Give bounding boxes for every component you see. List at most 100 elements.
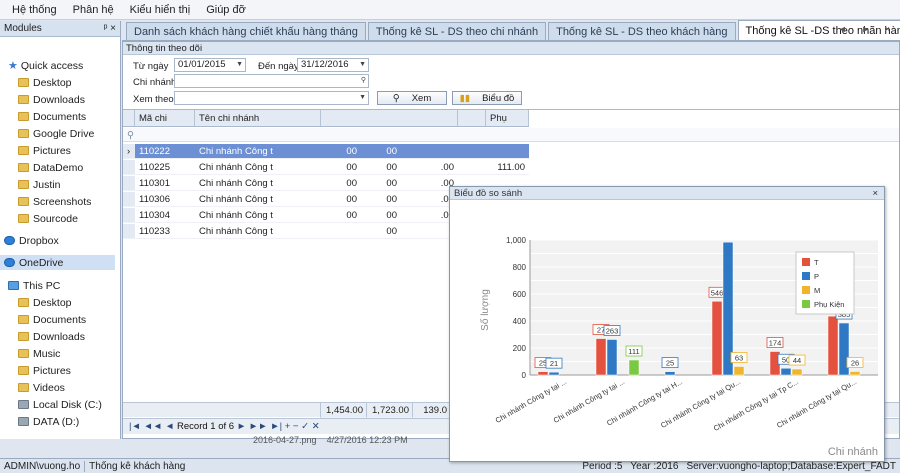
menu-view[interactable]: Kiểu hiển thị (122, 4, 199, 16)
tree-item[interactable]: Sourcode (18, 211, 78, 226)
tree-item[interactable]: Pictures (18, 363, 71, 378)
chevron-down-icon: ▼ (359, 61, 366, 68)
tree-item[interactable]: Desktop (18, 295, 72, 310)
modules-title: Modules (4, 23, 42, 34)
view-by-label: Xem theo (133, 94, 174, 105)
table-cell: Chi nhánh Công t (195, 192, 321, 207)
from-date-input[interactable]: 01/01/2015 ▼ (174, 58, 246, 72)
tree-item[interactable]: Dropbox (4, 233, 59, 248)
column-header-blank[interactable] (458, 110, 486, 127)
table-row[interactable]: › 110222 Chi nhánh Công t 00 00 (123, 144, 899, 160)
tree-item[interactable]: Videos (18, 380, 65, 395)
menu-modules[interactable]: Phân hệ (65, 4, 122, 16)
table-cell: 110225 (135, 160, 195, 175)
tree-item-label: Google Drive (33, 127, 95, 140)
tree-item[interactable]: Local Disk (C:) (18, 397, 102, 412)
column-header-code[interactable]: Mã chi nhánh (135, 110, 195, 141)
branch-select[interactable]: ⚲ (174, 74, 369, 88)
modules-header: Modules ᵖ × (0, 21, 120, 37)
folder-icon (18, 332, 29, 341)
tree-item[interactable]: Documents (18, 312, 86, 327)
tree-item[interactable]: OneDrive (0, 255, 115, 270)
legend-swatch (802, 300, 810, 308)
table-cell: 00 (361, 208, 401, 223)
menu-system[interactable]: Hệ thống (4, 4, 65, 16)
tree-item[interactable]: Pictures (18, 143, 71, 158)
filter-row[interactable]: ⚲ (123, 128, 899, 142)
tree-item[interactable]: Screenshots (18, 194, 91, 209)
bar (791, 368, 803, 376)
prev-record-icon[interactable]: ◄ (165, 421, 174, 432)
row-indicator (123, 160, 135, 175)
chart-window[interactable]: Biểu đồ so sánh × 0 200 400 600 800 1,000 Số l… (449, 186, 885, 462)
close-icon[interactable]: × (110, 23, 116, 34)
menu-help[interactable]: Giúp đỡ (198, 4, 254, 16)
folder-icon (18, 163, 29, 172)
total-cell: 1,454.00 (320, 403, 366, 418)
pin-icon[interactable]: ᵖ (104, 23, 108, 34)
delete-record-icon[interactable]: − (293, 421, 299, 432)
bar (827, 315, 839, 376)
folder-icon (18, 129, 29, 138)
tab-by-branch[interactable]: Thống kê SL - DS theo chi nhánh (367, 22, 547, 40)
table-cell: 00 (321, 208, 361, 223)
status-module: Thống kê khách hàng (84, 460, 189, 472)
tab-discount-customers[interactable]: Danh sách khách hàng chiết khấu hàng thá… (126, 22, 366, 40)
view-button-label: Xem (411, 92, 432, 104)
view-by-select[interactable]: ▼ (174, 91, 369, 105)
chevron-down-icon: ▼ (359, 94, 366, 101)
tree-item[interactable]: Music (18, 346, 60, 361)
tree-item[interactable]: Downloads (18, 329, 85, 344)
next-page-icon[interactable]: ►► (249, 421, 268, 432)
chart-window-title: Biểu đồ so sánh × (450, 187, 884, 200)
tree-item[interactable]: DataDemo (18, 160, 83, 175)
tree-item[interactable]: DATA (D:) (18, 414, 79, 429)
folder-icon (18, 366, 29, 375)
column-header-blank[interactable] (321, 110, 458, 127)
data-label: 21 (550, 359, 558, 368)
status-user: ADMIN\vuong.ho (4, 460, 81, 472)
table-cell: 111.00 (458, 160, 529, 175)
tree-item[interactable]: Documents (18, 109, 86, 124)
tree-item[interactable]: Downloads (18, 92, 85, 107)
data-label: 546 (711, 288, 724, 297)
cloud-icon (4, 258, 15, 267)
total-cell: 1,723.00 (366, 403, 412, 418)
tab-nav-icons[interactable]: ◄ ► × (838, 24, 896, 34)
table-cell: 110304 (135, 208, 195, 223)
tree-item-label: OneDrive (19, 256, 64, 269)
add-record-icon[interactable]: + (285, 421, 291, 432)
table-cell: Chi nhánh Công t (195, 144, 321, 159)
bar (548, 371, 560, 376)
view-button[interactable]: ⚲ Xem (377, 91, 447, 105)
table-row[interactable]: 110225 Chi nhánh Công t 00 00.00 111.00 (123, 160, 899, 176)
tree-item[interactable]: Desktop (18, 75, 72, 90)
tab-by-customer[interactable]: Thống kê SL - DS theo khách hàng (548, 22, 736, 40)
last-record-icon[interactable]: ►| (270, 421, 282, 432)
column-header-phu-kien[interactable]: Phụ Kiện (486, 110, 529, 141)
column-header-name[interactable]: Tên chi nhánh (195, 110, 321, 127)
bar (595, 338, 607, 376)
chevron-down-icon: ▼ (236, 61, 243, 68)
to-date-input[interactable]: 31/12/2016 ▼ (297, 58, 369, 72)
save-record-icon[interactable]: ✓ (301, 421, 309, 432)
chart-button[interactable]: ▮▮ Biểu đồ (452, 91, 522, 105)
y-tick-label: 0 (522, 371, 527, 380)
tree-item[interactable]: This PC (8, 278, 60, 293)
data-label: 25 (666, 359, 674, 368)
data-label: 63 (735, 353, 743, 362)
tree-item[interactable]: Justin (18, 177, 60, 192)
tree-item[interactable]: ★ Quick access (8, 58, 83, 73)
table-cell: 110222 (135, 144, 195, 159)
prev-page-icon[interactable]: ◄◄ (144, 421, 163, 432)
table-cell: 00 (321, 144, 361, 159)
first-record-icon[interactable]: |◄ (129, 421, 141, 432)
folder-icon (18, 298, 29, 307)
next-record-icon[interactable]: ► (237, 421, 246, 432)
close-icon[interactable]: × (872, 187, 878, 200)
bar (606, 339, 618, 376)
tree-item[interactable]: Google Drive (18, 126, 94, 141)
cancel-record-icon[interactable]: ✕ (312, 421, 320, 432)
legend-swatch (802, 286, 810, 294)
table-cell: 00 (361, 192, 401, 207)
